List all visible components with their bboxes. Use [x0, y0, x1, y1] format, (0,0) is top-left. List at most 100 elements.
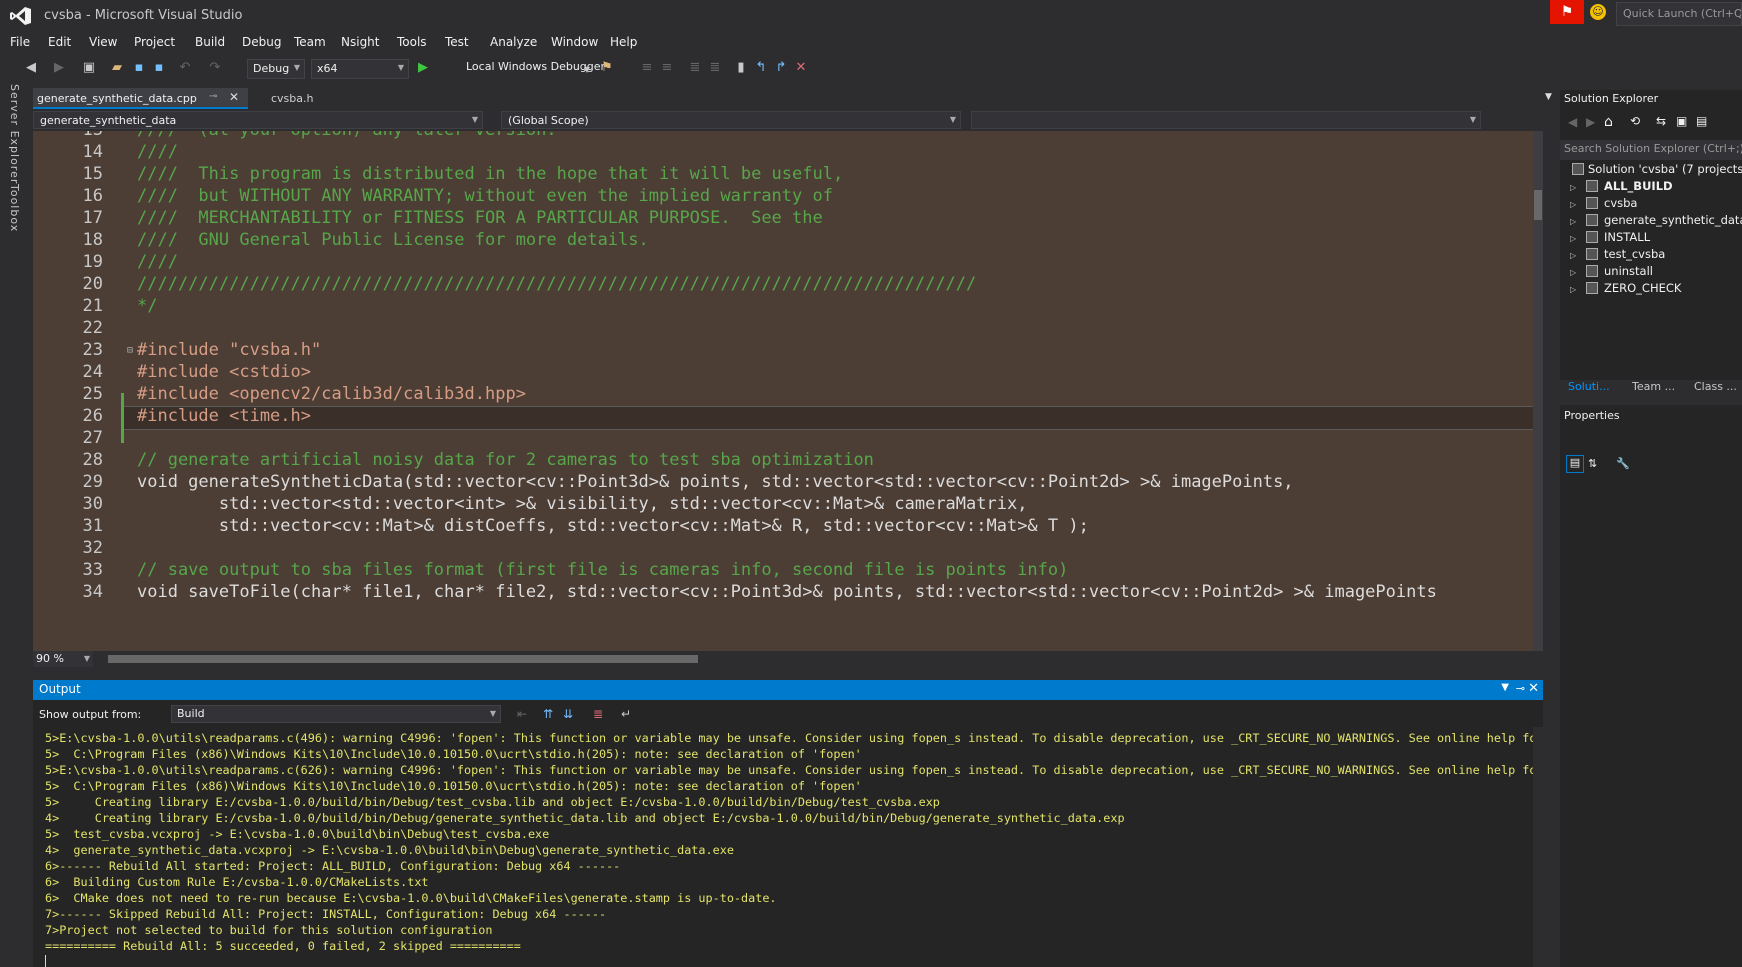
- indent-icon[interactable]: ≡: [638, 59, 656, 77]
- menu-test[interactable]: Test: [445, 32, 469, 52]
- project-node-uninstall[interactable]: uninstall: [1604, 264, 1653, 278]
- solution-explorer-search-input[interactable]: Search Solution Explorer (Ctrl+;): [1560, 140, 1742, 160]
- collapse-all-icon[interactable]: ▣: [1676, 114, 1687, 128]
- expand-arrow-icon[interactable]: ▷: [1570, 217, 1576, 226]
- toolbox-tab[interactable]: Toolbox: [8, 184, 21, 232]
- project-node-test-cvsba[interactable]: test_cvsba: [1604, 247, 1665, 261]
- server-explorer-tab[interactable]: Server Explorer: [8, 84, 21, 184]
- previous-bookmark-icon[interactable]: ↰: [752, 59, 770, 77]
- menu-debug[interactable]: Debug: [242, 32, 281, 52]
- close-icon[interactable]: ✕: [229, 90, 239, 104]
- home-icon[interactable]: ⌂: [1604, 114, 1613, 130]
- save-all-icon[interactable]: ▪: [150, 59, 168, 77]
- new-project-icon[interactable]: ▣: [80, 59, 98, 77]
- open-file-icon[interactable]: ▰: [108, 59, 126, 77]
- chevron-down-icon[interactable]: ▼: [578, 61, 596, 79]
- categorized-icon[interactable]: ▤: [1566, 455, 1584, 473]
- project-node-zero-check[interactable]: ZERO_CHECK: [1604, 281, 1681, 295]
- pin-icon[interactable]: ⊸: [1516, 682, 1525, 695]
- clear-all-icon[interactable]: ≣: [593, 707, 603, 721]
- editor-vertical-scroll-thumb[interactable]: [1534, 190, 1542, 220]
- project-node-generate-synthetic-data[interactable]: generate_synthetic_data: [1604, 213, 1742, 227]
- project-node-install[interactable]: INSTALL: [1604, 230, 1650, 244]
- forward-icon[interactable]: ▶: [1586, 115, 1595, 129]
- code-line: ////: [137, 252, 178, 272]
- close-icon[interactable]: ✕: [1528, 681, 1539, 696]
- comment-icon[interactable]: ≣: [686, 59, 704, 77]
- next-message-icon[interactable]: ⇊: [563, 707, 573, 721]
- clear-bookmarks-icon[interactable]: ✕: [792, 59, 810, 77]
- show-all-files-icon[interactable]: ▤: [1696, 114, 1707, 128]
- output-text-area[interactable]: 5>E:\cvsba-1.0.0\utils\readparams.c(496)…: [33, 727, 1533, 967]
- title-bar: cvsba - Microsoft Visual Studio ⚑ ☺ Quic…: [0, 0, 1742, 32]
- tab-cvsba-h[interactable]: cvsba.h: [267, 88, 347, 109]
- properties-title: Properties: [1564, 409, 1620, 422]
- tab-class-view[interactable]: Class ...: [1690, 378, 1741, 395]
- property-pages-icon[interactable]: 🔧: [1616, 457, 1630, 470]
- save-icon[interactable]: ▪: [130, 59, 148, 77]
- code-line: //// GNU General Public License for more…: [137, 230, 649, 250]
- previous-message-icon[interactable]: ⇈: [543, 707, 553, 721]
- collapse-region-icon[interactable]: ⊟: [127, 345, 133, 356]
- editor-horizontal-scroll-thumb[interactable]: [108, 655, 698, 663]
- find-message-icon[interactable]: ⇤: [517, 707, 527, 721]
- outdent-icon[interactable]: ≡: [658, 59, 676, 77]
- quick-launch-input[interactable]: Quick Launch (Ctrl+Q): [1616, 2, 1742, 26]
- code-editor[interactable]: 13 14 15 16 17 18 19 20 21 22 23 24 25 2…: [33, 131, 1533, 651]
- notification-flag-icon[interactable]: ⚑: [1550, 0, 1584, 24]
- line-number: 29: [82, 472, 103, 492]
- tab-list-dropdown-icon[interactable]: ▼: [1545, 92, 1552, 102]
- menu-tools[interactable]: Tools: [397, 32, 427, 52]
- expand-arrow-icon[interactable]: ▷: [1570, 183, 1576, 192]
- output-line: 5> C:\Program Files (x86)\Windows Kits\1…: [45, 779, 862, 793]
- member-scope-select[interactable]: ▼: [971, 111, 1481, 129]
- solution-configuration-select[interactable]: Debug ▼: [247, 59, 305, 79]
- menu-help[interactable]: Help: [610, 32, 637, 52]
- sync-icon[interactable]: ⇆: [1656, 114, 1666, 128]
- back-icon[interactable]: ◀: [1568, 115, 1577, 129]
- tab-team-explorer[interactable]: Team ...: [1628, 378, 1679, 395]
- global-scope-select[interactable]: (Global Scope) ▼: [501, 111, 961, 129]
- menu-project[interactable]: Project: [134, 32, 175, 52]
- panel-menu-icon[interactable]: ▼: [1501, 682, 1509, 693]
- forward-icon[interactable]: ▶: [50, 59, 68, 77]
- tab-generate-synthetic-data[interactable]: generate_synthetic_data.cpp ⊸ ✕: [33, 88, 248, 109]
- output-vertical-scrollbar[interactable]: [1533, 727, 1543, 967]
- solution-platform-select[interactable]: x64 ▼: [311, 59, 409, 79]
- menu-edit[interactable]: Edit: [48, 32, 71, 52]
- output-panel: Output ▼ ⊸ ✕ Show output from: Build ▼ ⇤…: [33, 680, 1543, 967]
- expand-arrow-icon[interactable]: ▷: [1570, 268, 1576, 277]
- expand-arrow-icon[interactable]: ▷: [1570, 234, 1576, 243]
- history-icon[interactable]: ⟲: [1630, 114, 1640, 128]
- menu-view[interactable]: View: [89, 32, 117, 52]
- show-output-from-select[interactable]: Build ▼: [171, 705, 501, 723]
- tab-solution-explorer[interactable]: Soluti...: [1564, 378, 1614, 395]
- file-scope-select[interactable]: generate_synthetic_data ▼: [33, 111, 483, 129]
- menu-team[interactable]: Team: [294, 32, 326, 52]
- menu-analyze[interactable]: Analyze: [490, 32, 537, 52]
- word-wrap-icon[interactable]: ↵: [621, 707, 631, 721]
- feedback-smiley-icon[interactable]: ☺: [1590, 4, 1606, 20]
- undo-icon[interactable]: ↶: [176, 59, 194, 77]
- find-in-files-icon[interactable]: ⚑: [598, 59, 616, 77]
- back-icon[interactable]: ◀: [22, 59, 40, 77]
- next-bookmark-icon[interactable]: ↱: [772, 59, 790, 77]
- project-node-cvsba[interactable]: cvsba: [1604, 196, 1637, 210]
- zoom-level-select[interactable]: 90 % ▼: [33, 651, 93, 667]
- pin-icon[interactable]: ⊸: [209, 91, 217, 102]
- expand-arrow-icon[interactable]: ▷: [1570, 251, 1576, 260]
- bookmark-icon[interactable]: ▮: [732, 59, 750, 77]
- expand-arrow-icon[interactable]: ▷: [1570, 200, 1576, 209]
- menu-window[interactable]: Window: [551, 32, 598, 52]
- menu-build[interactable]: Build: [195, 32, 225, 52]
- menu-file[interactable]: File: [10, 32, 30, 52]
- menu-nsight[interactable]: Nsight: [341, 32, 380, 52]
- redo-icon[interactable]: ↷: [206, 59, 224, 77]
- line-number: 19: [82, 252, 103, 272]
- expand-arrow-icon[interactable]: ▷: [1570, 285, 1576, 294]
- start-debugging-icon[interactable]: ▶: [414, 59, 432, 77]
- project-node-all-build[interactable]: ALL_BUILD: [1604, 179, 1673, 193]
- alphabetical-icon[interactable]: ⇅: [1588, 457, 1597, 470]
- solution-node[interactable]: Solution 'cvsba' (7 projects): [1588, 162, 1742, 176]
- uncomment-icon[interactable]: ≣: [706, 59, 724, 77]
